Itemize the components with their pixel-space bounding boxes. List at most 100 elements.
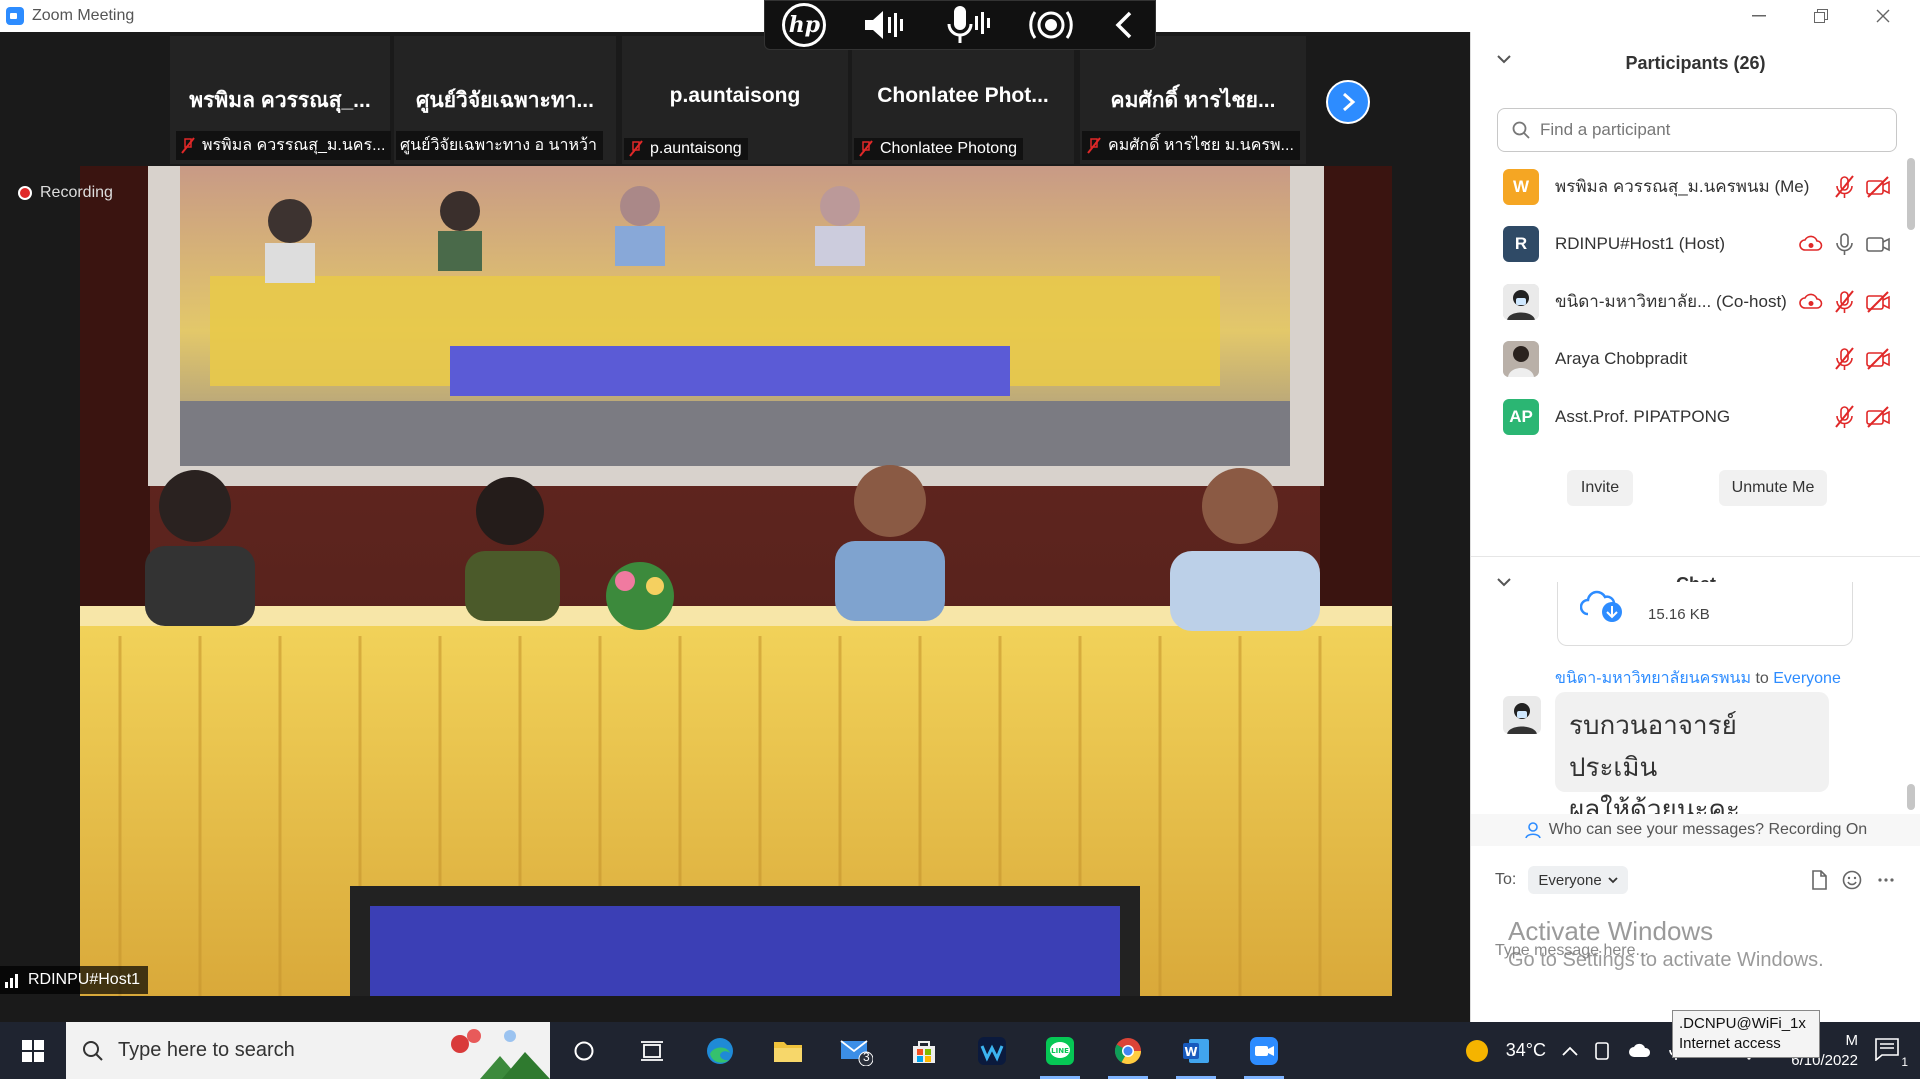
mic-muted-icon[interactable] bbox=[1833, 290, 1855, 314]
onedrive-cloud-icon[interactable] bbox=[1628, 1043, 1652, 1059]
participant-row[interactable]: ขนิดา-มหาวิทยาลัย... (Co-host) bbox=[1471, 273, 1911, 331]
search-icon bbox=[83, 1040, 103, 1061]
search-placeholder: Find a participant bbox=[1540, 120, 1671, 139]
video-tile[interactable]: Chonlatee Phot... Chonlatee Photong bbox=[852, 36, 1074, 164]
tile-label-text: คมศักดิ์ หารไชย ม.นครพ... bbox=[1108, 137, 1294, 154]
participant-row[interactable]: W พรพิมล ควรรณสุ_ม.นครพนม (Me) bbox=[1471, 158, 1911, 216]
chat-scrollbar[interactable] bbox=[1907, 784, 1915, 810]
participant-name: RDINPU#Host1 (Host) bbox=[1555, 234, 1726, 254]
video-tile[interactable]: p.auntaisong p.auntaisong bbox=[622, 36, 848, 164]
cortana-icon bbox=[574, 1041, 594, 1060]
device-icon[interactable] bbox=[1594, 1041, 1612, 1061]
chrome-button[interactable] bbox=[1094, 1022, 1162, 1079]
chevron-right-icon bbox=[1343, 92, 1356, 112]
chevron-left-icon[interactable] bbox=[1110, 7, 1138, 43]
mic-muted-icon bbox=[629, 140, 643, 157]
close-button[interactable] bbox=[1852, 0, 1914, 32]
chat-recipient[interactable]: Everyone bbox=[1773, 670, 1841, 687]
mail-button[interactable]: 3 bbox=[822, 1022, 890, 1079]
chevron-down-icon[interactable] bbox=[1497, 54, 1511, 64]
store-icon bbox=[913, 1040, 935, 1063]
chat-message-input[interactable]: Type message here... bbox=[1495, 942, 1649, 960]
recording-dot-icon bbox=[18, 186, 32, 200]
svg-text:LINE: LINE bbox=[1051, 1047, 1069, 1055]
minimize-icon bbox=[1752, 15, 1766, 17]
mic-muted-icon bbox=[181, 136, 195, 154]
participant-name: ขนิดา-มหาวิทยาลัย... (Co-host) bbox=[1555, 292, 1787, 312]
participant-search-input[interactable]: Find a participant bbox=[1497, 108, 1897, 152]
cortana-button[interactable] bbox=[550, 1022, 618, 1079]
cloud-download-icon[interactable] bbox=[1580, 584, 1626, 624]
participants-scrollbar[interactable] bbox=[1907, 158, 1915, 230]
participants-header: Participants (26) bbox=[1471, 32, 1920, 94]
message-visibility-notice[interactable]: Who can see your messages? Recording On bbox=[1471, 814, 1920, 846]
microphone-icon[interactable] bbox=[1833, 232, 1855, 256]
video-tile[interactable]: คมศักดิ์ หารไชย... คมศักดิ์ หารไชย ม.นคร… bbox=[1080, 36, 1306, 164]
store-button[interactable] bbox=[890, 1022, 958, 1079]
broadcast-icon[interactable] bbox=[1027, 4, 1075, 46]
next-page-button[interactable] bbox=[1326, 80, 1370, 124]
task-view-button[interactable] bbox=[618, 1022, 686, 1079]
weather-sun-icon[interactable] bbox=[1464, 1038, 1490, 1064]
main-speaker-video[interactable] bbox=[0, 166, 1470, 996]
avatar: W bbox=[1503, 168, 1539, 205]
emoji-icon[interactable] bbox=[1842, 870, 1862, 890]
user-photo-icon bbox=[1503, 341, 1539, 378]
mic-muted-icon bbox=[1087, 136, 1101, 154]
restore-button[interactable] bbox=[1790, 0, 1852, 32]
video-off-icon[interactable] bbox=[1865, 406, 1891, 428]
chevron-up-icon[interactable] bbox=[1562, 1045, 1578, 1057]
windows-logo-icon bbox=[22, 1039, 44, 1062]
video-off-icon[interactable] bbox=[1865, 291, 1891, 313]
chevron-down-icon[interactable] bbox=[1497, 577, 1511, 587]
more-options-icon[interactable] bbox=[1876, 870, 1896, 890]
restore-icon bbox=[1814, 9, 1828, 23]
invite-button[interactable]: Invite bbox=[1567, 470, 1633, 506]
edge-button[interactable] bbox=[686, 1022, 754, 1079]
recipient-row: To: Everyone bbox=[1495, 866, 1628, 894]
speaker-icon[interactable] bbox=[861, 5, 909, 45]
tile-name-label: พรพิมล ควรรณสุ_ม.นคร... bbox=[176, 131, 392, 160]
participant-row[interactable]: AP Asst.Prof. PIPATPONG bbox=[1471, 388, 1911, 446]
zoom-button[interactable] bbox=[1230, 1022, 1298, 1079]
minimize-button[interactable] bbox=[1728, 0, 1790, 32]
participant-row[interactable]: Araya Chobpradit bbox=[1471, 331, 1911, 389]
notification-center-button[interactable]: 1 bbox=[1874, 1037, 1908, 1069]
edge-icon bbox=[707, 1037, 733, 1064]
video-camera-icon[interactable] bbox=[1865, 233, 1891, 255]
mic-muted-icon[interactable] bbox=[1833, 405, 1855, 429]
chat-message-bubble[interactable]: รบกวนอาจารย์ประเมิน ผลให้ด้วยนะคะ bbox=[1555, 692, 1829, 824]
recipient-value: Everyone bbox=[1538, 871, 1602, 889]
chat-sender-name[interactable]: ขนิดา-มหาวิทยาลัยนครพนม bbox=[1555, 670, 1751, 687]
tile-display-name: p.auntaisong bbox=[669, 84, 801, 107]
weather-temperature[interactable]: 34°C bbox=[1506, 1040, 1546, 1061]
mic-muted-icon[interactable] bbox=[1833, 347, 1855, 371]
avatar bbox=[1503, 341, 1539, 378]
video-off-icon[interactable] bbox=[1865, 348, 1891, 370]
window-title: Zoom Meeting bbox=[32, 7, 135, 24]
network-tooltip: .DCNPU@WiFi_1x Internet access bbox=[1672, 1010, 1820, 1058]
video-off-icon[interactable] bbox=[1865, 176, 1891, 198]
chevron-down-icon bbox=[1608, 876, 1618, 883]
user-photo-icon bbox=[1503, 696, 1541, 734]
hp-logo[interactable]: hp bbox=[782, 3, 827, 47]
file-explorer-button[interactable] bbox=[754, 1022, 822, 1079]
video-tile[interactable]: พรพิมล ควรรณสุ_... พรพิมล ควรรณสุ_ม.นคร.… bbox=[170, 36, 392, 164]
microphone-icon[interactable] bbox=[944, 4, 992, 46]
line-button[interactable]: LINE bbox=[1026, 1022, 1094, 1079]
word-button[interactable]: W bbox=[1162, 1022, 1230, 1079]
webex-button[interactable] bbox=[958, 1022, 1026, 1079]
file-icon[interactable] bbox=[1810, 870, 1828, 890]
to-label: To: bbox=[1495, 871, 1517, 888]
cloud-recording-icon bbox=[1799, 293, 1823, 309]
recording-indicator: Recording bbox=[18, 184, 113, 202]
video-tile[interactable]: ศูนย์วิจัยเฉพาะทา... ศูนย์วิจัยเฉพาะทาง … bbox=[394, 36, 616, 164]
taskbar-search-box[interactable]: Type here to search bbox=[66, 1022, 550, 1079]
unmute-me-button[interactable]: Unmute Me bbox=[1719, 470, 1827, 506]
mic-muted-icon[interactable] bbox=[1833, 175, 1855, 199]
start-button[interactable] bbox=[0, 1022, 66, 1079]
participant-row[interactable]: R RDINPU#Host1 (Host) bbox=[1471, 216, 1911, 274]
recipient-select[interactable]: Everyone bbox=[1528, 866, 1628, 894]
avatar bbox=[1503, 696, 1541, 734]
file-attachment[interactable]: 15.16 KB bbox=[1557, 582, 1853, 646]
